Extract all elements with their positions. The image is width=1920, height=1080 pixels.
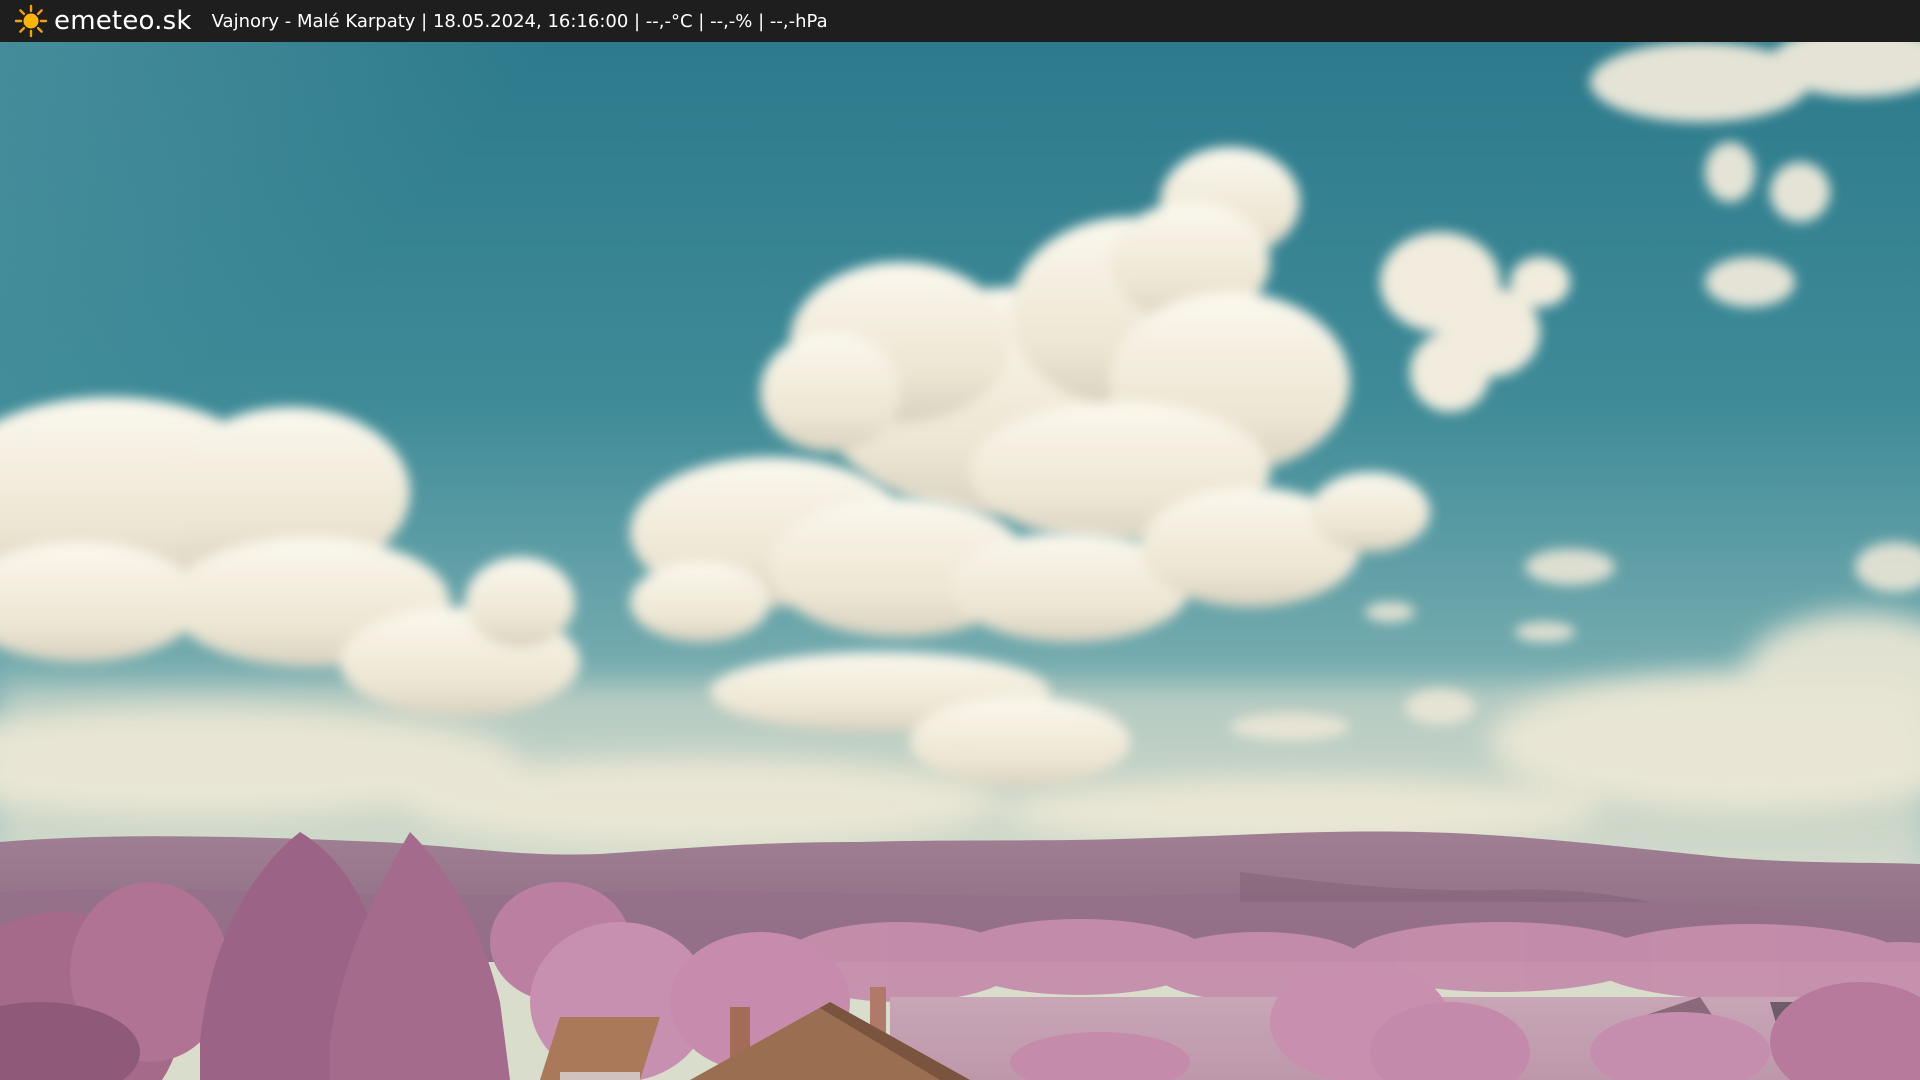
station-caption: Vajnory - Malé Karpaty | 18.05.2024, 16:… [211,10,828,32]
sun-icon [14,4,48,38]
site-brand[interactable]: emeteo.sk [54,6,192,36]
top-bar: emeteo.sk Vajnory - Malé Karpaty | 18.05… [0,0,1920,42]
webcam-frame: emeteo.sk Vajnory - Malé Karpaty | 18.05… [0,0,1920,1080]
webcam-image [0,42,1920,1080]
